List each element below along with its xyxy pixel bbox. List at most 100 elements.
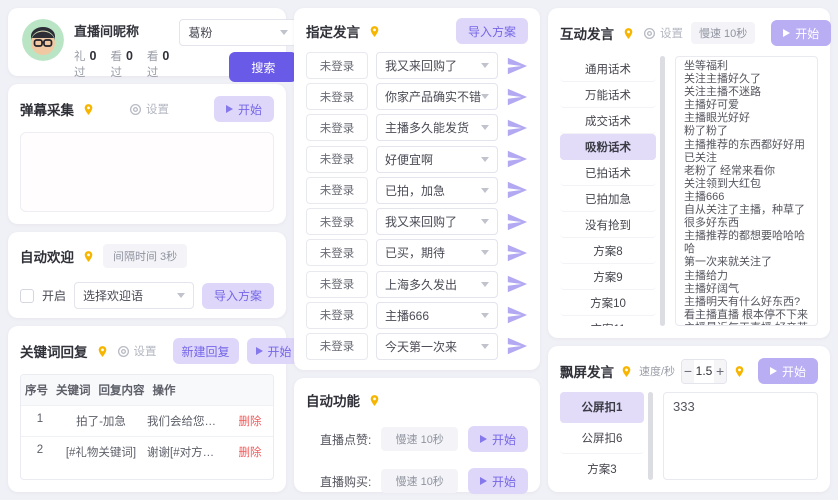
speed-value[interactable]: 1.5 bbox=[694, 364, 714, 378]
designated-import-button[interactable]: 导入方案 bbox=[455, 18, 528, 44]
function-start-button[interactable]: 开始 bbox=[467, 468, 528, 494]
message-text: 好便宜啊 bbox=[385, 152, 434, 167]
danmu-capture-box[interactable] bbox=[20, 132, 274, 212]
tabs-scrollbar[interactable] bbox=[660, 56, 665, 326]
table-row[interactable]: 2 [#礼物关键词] 谢谢[#对方昵称]的[... 删除 bbox=[21, 437, 273, 467]
message-select[interactable]: 好便宜啊 bbox=[376, 145, 498, 173]
designated-row: 未登录 主播666 bbox=[306, 301, 528, 329]
tabs-scrollbar[interactable] bbox=[648, 392, 653, 480]
message-line: 主播推荐的东西都好好用 bbox=[684, 138, 805, 151]
send-icon[interactable] bbox=[506, 179, 528, 201]
fan-group-select[interactable]: 葛粉 bbox=[179, 19, 298, 46]
message-select[interactable]: 上海多久发出 bbox=[376, 270, 498, 298]
designated-row: 未登录 上海多久发出 bbox=[306, 270, 528, 298]
enable-checkbox[interactable] bbox=[20, 288, 34, 303]
tab-item[interactable]: 方案11 bbox=[560, 316, 656, 327]
tab-item[interactable]: 万能话术 bbox=[560, 82, 656, 108]
interactive-settings[interactable]: 设置 bbox=[643, 25, 683, 41]
interactive-start-button[interactable]: 开始 bbox=[771, 20, 832, 46]
message-line: 主播666 bbox=[684, 190, 725, 203]
stat-item: 看过 0 bbox=[110, 49, 133, 79]
profile-stats: 礼过 0 看过 0 看过 0 bbox=[74, 48, 169, 80]
delete-link[interactable]: 删除 bbox=[227, 406, 273, 436]
tab-item[interactable]: 公屏扣6 bbox=[560, 423, 644, 454]
designated-row: 未登录 你家产品确实不错 bbox=[306, 83, 528, 111]
gear-icon bbox=[117, 345, 129, 357]
chevron-down-icon bbox=[481, 343, 489, 349]
message-select[interactable]: 主播多久能发货 bbox=[376, 114, 498, 142]
message-select[interactable]: 我又来回购了 bbox=[376, 52, 498, 79]
tab-item[interactable]: 方案8 bbox=[560, 238, 656, 264]
tab-item[interactable]: 方案10 bbox=[560, 290, 656, 316]
tab-item[interactable]: 方案3 bbox=[560, 454, 644, 480]
account-box[interactable]: 未登录 bbox=[306, 270, 368, 298]
account-box[interactable]: 未登录 bbox=[306, 332, 368, 360]
account-box[interactable]: 未登录 bbox=[306, 301, 368, 329]
account-box[interactable]: 未登录 bbox=[306, 176, 368, 204]
new-reply-button[interactable]: 新建回复 bbox=[172, 338, 239, 364]
account-box[interactable]: 未登录 bbox=[306, 145, 368, 173]
danmu-start-button[interactable]: 开始 bbox=[213, 96, 274, 122]
tab-item[interactable]: 已拍话术 bbox=[560, 160, 656, 186]
table-row[interactable]: 1 拍了-加急 我们会给您加急发货 删除 bbox=[21, 406, 273, 437]
account-box[interactable]: 未登录 bbox=[306, 239, 368, 267]
play-icon bbox=[479, 435, 487, 443]
gear-icon bbox=[643, 27, 656, 39]
send-icon[interactable] bbox=[506, 273, 528, 295]
send-icon[interactable] bbox=[506, 304, 528, 326]
designated-rows: 未登录 我又来回购了 未登录 你家产品确实不错 未登录 主播多久能发货 未登录 … bbox=[306, 52, 528, 360]
welcome-phrase-select[interactable]: 选择欢迎语 bbox=[74, 282, 194, 309]
welcome-import-button[interactable]: 导入方案 bbox=[201, 282, 274, 309]
send-icon[interactable] bbox=[506, 55, 528, 77]
pin-icon bbox=[370, 394, 379, 406]
search-button[interactable]: 搜索 bbox=[229, 52, 298, 82]
message-text: 我又来回购了 bbox=[385, 215, 458, 230]
message-line: 坐等福利 bbox=[684, 60, 728, 72]
tab-item[interactable]: 吸粉话术 bbox=[560, 134, 656, 160]
danmu-settings[interactable]: 设置 bbox=[129, 101, 169, 117]
keyword-start-button[interactable]: 开始 bbox=[246, 338, 301, 364]
message-select[interactable]: 今天第一次来 bbox=[376, 332, 498, 360]
send-icon[interactable] bbox=[506, 242, 528, 264]
tab-item[interactable]: 方案9 bbox=[560, 264, 656, 290]
tab-item[interactable]: 已拍加急 bbox=[560, 186, 656, 212]
room-nickname-label: 直播间昵称 bbox=[74, 24, 140, 39]
keyword-table-body: 1 拍了-加急 我们会给您加急发货 删除 2 [#礼物关键词] 谢谢[#对方昵称… bbox=[21, 406, 273, 467]
minus-button[interactable]: − bbox=[682, 359, 694, 383]
message-select[interactable]: 已买，期待 bbox=[376, 239, 498, 267]
floating-start-button[interactable]: 开始 bbox=[757, 358, 818, 384]
account-box[interactable]: 未登录 bbox=[306, 52, 368, 79]
interactive-message-list[interactable]: 坐等福利 关注主播好久了 关注主播不迷路 主播好可爱 主播眼光好好 粉了粉了 主播推荐的东西… bbox=[675, 56, 818, 326]
message-select[interactable]: 主播666 bbox=[376, 301, 498, 329]
account-box[interactable]: 未登录 bbox=[306, 83, 368, 111]
tab-item[interactable]: 成交话术 bbox=[560, 108, 656, 134]
row-reply: 谢谢[#对方昵称]的[... bbox=[147, 447, 227, 459]
message-select[interactable]: 已拍，加急 bbox=[376, 176, 498, 204]
send-icon[interactable] bbox=[506, 117, 528, 139]
play-icon bbox=[225, 105, 233, 113]
plus-button[interactable]: + bbox=[714, 359, 726, 383]
send-icon[interactable] bbox=[506, 148, 528, 170]
send-icon[interactable] bbox=[506, 86, 528, 108]
floating-content-box[interactable]: 333 bbox=[663, 392, 818, 480]
interval-badge: 间隔时间 3秒 bbox=[103, 244, 188, 268]
keyword-settings[interactable]: 设置 bbox=[117, 343, 157, 359]
account-box[interactable]: 未登录 bbox=[306, 208, 368, 236]
message-line: 关注领到大红包 bbox=[684, 177, 761, 190]
avatar bbox=[22, 19, 64, 61]
function-start-button[interactable]: 开始 bbox=[467, 426, 528, 452]
start-label: 开始 bbox=[795, 26, 820, 41]
send-icon[interactable] bbox=[506, 211, 528, 233]
tab-item[interactable]: 通用话术 bbox=[560, 56, 656, 82]
message-text: 今天第一次来 bbox=[385, 339, 458, 354]
tab-item[interactable]: 没有抢到 bbox=[560, 212, 656, 238]
tab-item[interactable]: 公屏扣1 bbox=[560, 392, 644, 423]
settings-label: 设置 bbox=[660, 28, 683, 40]
send-icon[interactable] bbox=[506, 335, 528, 357]
floating-tabs: 公屏扣1公屏扣6方案3方案4 bbox=[560, 392, 644, 480]
message-select[interactable]: 你家产品确实不错 bbox=[376, 83, 498, 111]
account-box[interactable]: 未登录 bbox=[306, 114, 368, 142]
play-icon bbox=[255, 347, 263, 355]
delete-link[interactable]: 删除 bbox=[227, 437, 273, 467]
message-select[interactable]: 我又来回购了 bbox=[376, 208, 498, 236]
